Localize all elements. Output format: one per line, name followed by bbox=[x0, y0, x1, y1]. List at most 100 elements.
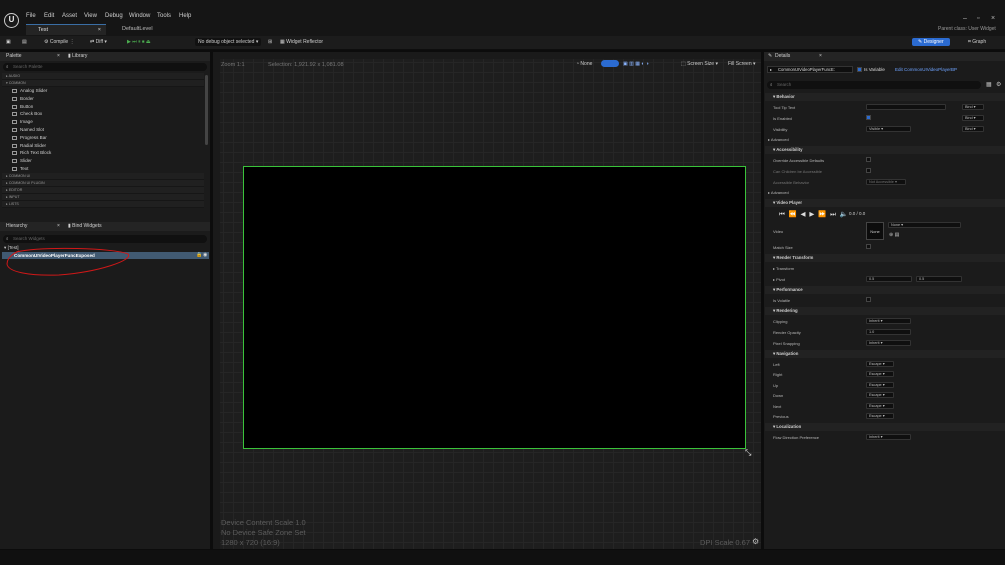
nav-down-dropdown[interactable]: Escape ▾ bbox=[866, 392, 894, 398]
unreal-logo-icon[interactable]: U bbox=[4, 13, 19, 28]
match-size-checkbox[interactable] bbox=[866, 244, 871, 249]
grid-view-icon[interactable]: ▦ bbox=[986, 81, 992, 88]
bind-dropdown[interactable]: Bind ▾ bbox=[962, 104, 984, 110]
palette-item-progress-bar[interactable]: Progress Bar bbox=[2, 134, 204, 142]
window-close-icon[interactable]: × bbox=[991, 15, 995, 22]
diff-button[interactable]: ⇄ Diff ▾ bbox=[90, 39, 107, 45]
details-search-input[interactable]: ⌕ Search bbox=[767, 81, 981, 89]
render-opacity-field[interactable]: 1.0 bbox=[866, 329, 911, 335]
close-icon[interactable]: × bbox=[98, 25, 101, 36]
is-variable-checkbox[interactable] bbox=[857, 67, 862, 72]
palette-item-button[interactable]: Button bbox=[2, 103, 204, 111]
palette-item-text[interactable]: Text bbox=[2, 165, 204, 173]
browse-icon[interactable]: ▤ bbox=[22, 39, 27, 45]
category-common-ui-plugin[interactable]: ▸ COMMON UI PLUGIN bbox=[2, 179, 204, 187]
visibility-dropdown[interactable]: Visible ▾ bbox=[866, 126, 911, 132]
settings-icon[interactable]: ⚙ bbox=[996, 81, 1001, 88]
menu-help[interactable]: Help bbox=[179, 13, 191, 19]
tab-library[interactable]: ▮ Library bbox=[68, 52, 87, 61]
toggle-switch[interactable] bbox=[601, 60, 619, 67]
palette-scrollbar[interactable] bbox=[205, 75, 208, 145]
pivot-x-field[interactable]: 0.5 bbox=[866, 276, 912, 282]
advanced-expander[interactable]: ▸ Advanced bbox=[768, 137, 789, 142]
palette-item-image[interactable]: Image bbox=[2, 118, 204, 126]
video-thumbnail[interactable]: None bbox=[866, 222, 884, 240]
category-common-ui[interactable]: ▸ COMMON UI bbox=[2, 172, 204, 180]
section-render-transform[interactable]: ▾ Render Transform bbox=[765, 254, 1005, 262]
category-lists[interactable]: ▸ LISTS bbox=[2, 200, 204, 208]
palette-item-rich-text-block[interactable]: Rich Text Block bbox=[2, 149, 204, 157]
close-icon[interactable]: × bbox=[57, 52, 60, 61]
category-common[interactable]: ▾ COMMON bbox=[2, 80, 204, 87]
graph-button[interactable]: ⌗ Graph bbox=[968, 39, 986, 45]
menu-debug[interactable]: Debug bbox=[105, 13, 123, 19]
save-icon[interactable]: ▣ bbox=[6, 39, 11, 45]
designer-button[interactable]: ✎ Designer bbox=[912, 38, 950, 46]
menu-window[interactable]: Window bbox=[129, 13, 150, 19]
palette-item-slider[interactable]: Slider bbox=[2, 157, 204, 165]
menu-edit[interactable]: Edit bbox=[44, 13, 54, 19]
widget-name-field[interactable]: ▸ CommonUIVideoPlayerFuncE: bbox=[767, 66, 853, 73]
play-icon[interactable]: ▶ ⏭ ⏸ ⏹ ⏏ bbox=[127, 39, 151, 45]
can-children-checkbox[interactable] bbox=[866, 168, 871, 173]
section-rendering[interactable]: ▾ Rendering bbox=[765, 307, 1005, 315]
compile-button[interactable]: ⚙ Compile ⋮ bbox=[44, 39, 75, 45]
section-video-player[interactable]: ▾ Video Player bbox=[765, 199, 1005, 207]
fill-screen-dropdown[interactable]: Fill Screen ▾ bbox=[728, 61, 756, 67]
visibility-eye-icon[interactable]: ◉ bbox=[203, 252, 207, 259]
close-icon[interactable]: × bbox=[819, 52, 822, 61]
tab-hierarchy[interactable]: Hierarchy bbox=[6, 222, 27, 231]
tab-bind-widgets[interactable]: ▮ Bind Widgets bbox=[68, 222, 102, 231]
minimize-icon[interactable]: – bbox=[963, 15, 967, 22]
nav-next-dropdown[interactable]: Escape ▾ bbox=[866, 403, 894, 409]
close-icon[interactable]: × bbox=[57, 222, 60, 231]
palette-search-input[interactable]: ⌕ Search Palette bbox=[3, 63, 207, 71]
debug-object-select[interactable]: No debug object selected ▾ bbox=[195, 38, 262, 46]
nav-previous-dropdown[interactable]: Escape ▾ bbox=[866, 413, 894, 419]
tab-details[interactable]: Details bbox=[775, 52, 790, 61]
clipping-dropdown[interactable]: Inherit ▾ bbox=[866, 318, 911, 324]
preview-none-button[interactable]: ◔ None bbox=[576, 61, 592, 67]
lock-icon[interactable]: 🔒 bbox=[196, 252, 202, 259]
bind-dropdown[interactable]: Bind ▾ bbox=[962, 126, 984, 132]
pivot-expander[interactable]: ▸ Pivot bbox=[773, 277, 785, 282]
media-controls[interactable]: ⏮ ⏪ ◀ ▶ ⏩ ⏭ 🔈 bbox=[779, 210, 849, 219]
category-input[interactable]: ▸ INPUT bbox=[2, 193, 204, 201]
view-mode-icons[interactable]: ▣ ▥ ▦ ◐ ◑ bbox=[623, 61, 649, 67]
section-localization[interactable]: ▾ Localization bbox=[765, 423, 1005, 431]
menu-view[interactable]: View bbox=[84, 13, 97, 19]
transform-expander[interactable]: ▸ Transform bbox=[773, 266, 794, 271]
is-volatile-checkbox[interactable] bbox=[866, 297, 871, 302]
maximize-icon[interactable]: ▫ bbox=[977, 15, 979, 22]
palette-item-radial-slider[interactable]: Radial Slider bbox=[2, 142, 204, 150]
widget-preview-area[interactable] bbox=[243, 166, 746, 449]
menu-file[interactable]: File bbox=[26, 13, 36, 19]
nav-up-dropdown[interactable]: Escape ▾ bbox=[866, 382, 894, 388]
screen-size-dropdown[interactable]: ⬚ Screen Size ▾ bbox=[681, 61, 718, 67]
tab-test[interactable]: Test × bbox=[26, 24, 106, 35]
hierarchy-search-input[interactable]: ⌕ Search Widgets bbox=[3, 235, 207, 243]
pivot-y-field[interactable]: 0.5 bbox=[916, 276, 962, 282]
browse-asset-icon[interactable]: ⊕ ▤ bbox=[889, 232, 899, 238]
flow-direction-dropdown[interactable]: Inherit ▾ bbox=[866, 434, 911, 440]
edit-blueprint-link[interactable]: Edit CommonUIVideoPlayerBP bbox=[895, 67, 957, 72]
tool-tip-input[interactable] bbox=[866, 104, 946, 110]
section-accessibility[interactable]: ▾ Accessibility bbox=[765, 146, 1005, 154]
nav-left-dropdown[interactable]: Escape ▾ bbox=[866, 361, 894, 367]
palette-item-named-slot[interactable]: Named Slot bbox=[2, 126, 204, 134]
settings-icon[interactable]: ⚙ bbox=[752, 537, 759, 546]
bind-dropdown[interactable]: Bind ▾ bbox=[962, 115, 984, 121]
section-behavior[interactable]: ▾ Behavior bbox=[765, 93, 1005, 101]
accessible-behavior-dropdown[interactable]: Not Accessible ▾ bbox=[866, 179, 906, 185]
resize-handle-icon[interactable]: ⤡ bbox=[745, 448, 751, 458]
palette-item-check-box[interactable]: Check Box bbox=[2, 110, 204, 118]
debug-browse-icon[interactable]: ⊞ bbox=[268, 39, 272, 45]
video-asset-dropdown[interactable]: None ▾ bbox=[888, 222, 961, 228]
pixel-snapping-dropdown[interactable]: Inherit ▾ bbox=[866, 340, 911, 346]
menu-tools[interactable]: Tools bbox=[157, 13, 171, 19]
menu-asset[interactable]: Asset bbox=[62, 13, 77, 19]
category-audio[interactable]: ▸ AUDIO bbox=[2, 73, 204, 80]
advanced-expander-2[interactable]: ▸ Advanced bbox=[768, 190, 789, 195]
palette-item-border[interactable]: Border bbox=[2, 95, 204, 103]
widget-reflector-button[interactable]: ▦ Widget Reflector bbox=[280, 39, 323, 45]
